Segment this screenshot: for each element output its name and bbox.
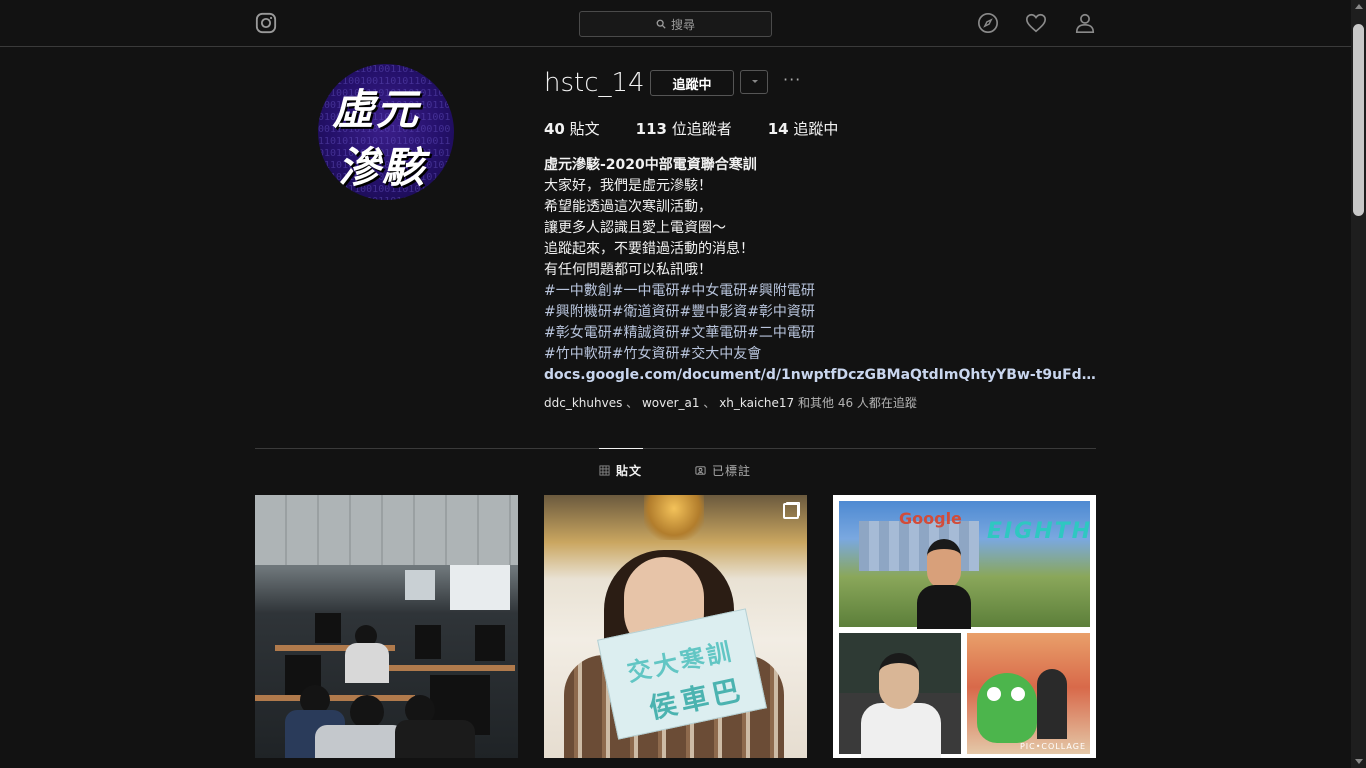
bio-hashtags[interactable]: #一中數創#一中電研#中女電研#興附電研 [544, 281, 1104, 302]
following-count-stat[interactable]: 14 追蹤中 [768, 118, 839, 139]
photo-person-head [927, 539, 961, 589]
photo-person [350, 695, 384, 729]
photo-green-monster [977, 673, 1037, 743]
followers-count: 113 [635, 120, 667, 138]
top-nav: 搜尋 [0, 0, 1351, 47]
photo-person-body [861, 703, 941, 758]
tab-posts-label: 貼文 [616, 464, 643, 478]
multiple-photos-icon [783, 503, 799, 519]
photo-person [917, 539, 971, 629]
photo-lamp [644, 495, 704, 540]
bio-line: 讓更多人認識且愛上電資圈〜 [544, 220, 726, 236]
bio-hashtags[interactable]: #彰女電研#精誠資研#文華電研#二中電研 [544, 323, 1104, 344]
bio-website-link[interactable]: docs.google.com/document/d/1nwptfDczGBMa… [544, 365, 1096, 386]
post-thumbnail-classroom[interactable] [255, 495, 518, 758]
bio-line: 追蹤起來，不要錯過活動的消息！ [544, 241, 754, 257]
followers-count-stat[interactable]: 113 位追蹤者 [636, 118, 732, 139]
search-placeholder: 搜尋 [670, 17, 695, 32]
avatar-text-line2: 滲駭 [338, 143, 427, 192]
search-icon [656, 19, 666, 29]
posts-count-stat: 40 貼文 [544, 118, 600, 139]
active-tab-indicator [599, 448, 643, 449]
photo-desk [255, 695, 415, 701]
following-count: 14 [767, 120, 789, 138]
avatar-text-line1: 虛元 [332, 85, 421, 134]
bio-line: 有任何問題都可以私訊哦！ [544, 262, 712, 278]
scrollbar[interactable] [1351, 0, 1366, 768]
bio-title: 虛元滲駭-2020中部電資聯合寒訓 [544, 157, 757, 173]
instagram-icon[interactable] [255, 12, 277, 34]
photo-monitor [475, 625, 505, 661]
photo-person [345, 643, 389, 683]
suggestions-dropdown-button[interactable] [740, 70, 768, 94]
profile-avatar[interactable]: 0101101101001101011010110110010011010110… [318, 64, 454, 200]
followed-by-user[interactable]: wover_a1 [642, 396, 700, 410]
tab-tagged-label: 已標註 [712, 464, 752, 478]
photo-person-body [917, 585, 971, 629]
profile-bio: 虛元滲駭-2020中部電資聯合寒訓 大家好，我們是虛元滲駭！ 希望能透過這次寒訓… [544, 155, 1104, 386]
photo-ceiling [255, 495, 518, 565]
heart-icon[interactable] [1025, 12, 1047, 34]
collage-photo-monster: PIC•COLLAGE [967, 633, 1090, 754]
tab-posts[interactable]: 貼文 [599, 462, 642, 479]
scroll-down-arrow-icon[interactable] [1355, 759, 1363, 764]
bio-hashtags[interactable]: #竹中軟研#竹女資研#交大中友會 [544, 344, 1104, 365]
posts-count-label: 貼文 [564, 120, 600, 138]
compass-icon[interactable] [977, 12, 999, 34]
collage-photo-google: Google EIGHTH [839, 501, 1093, 629]
following-button[interactable]: 追蹤中 [650, 70, 734, 96]
collage-photo-classroom [839, 633, 961, 758]
post-thumbnail-collage[interactable]: Google EIGHTH PIC•COLLAGE [833, 495, 1096, 758]
posts-count: 40 [544, 120, 565, 138]
user-icon[interactable] [1074, 12, 1096, 34]
photo-person [315, 725, 405, 758]
photo-person-head [879, 653, 919, 709]
grid-icon [599, 465, 610, 476]
more-options-button[interactable]: ··· [783, 70, 801, 89]
bio-line: 大家好，我們是虛元滲駭！ [544, 178, 712, 194]
photo-monitor [315, 613, 341, 643]
tagged-icon [695, 466, 706, 475]
separator: 、 [699, 396, 720, 410]
post-thumbnail-sign[interactable]: 交大寒訓 侯車巴 [544, 495, 807, 758]
tab-tagged[interactable]: 已標註 [695, 462, 751, 479]
photo-whiteboard [450, 565, 510, 610]
profile-username: hstc_14 [544, 68, 645, 98]
scroll-up-arrow-icon[interactable] [1355, 4, 1363, 9]
photo-desk [375, 665, 515, 671]
bio-hashtags[interactable]: #興附機研#衛道資研#豐中影資#彰中資研 [544, 302, 1104, 323]
photo-person [395, 720, 475, 758]
followers-count-label: 位追蹤者 [666, 120, 732, 138]
profile-stats: 40 貼文 113 位追蹤者 14 追蹤中 [544, 118, 874, 139]
followed-by-user[interactable]: ddc_khuhves [544, 396, 622, 410]
tabs-divider [255, 448, 1096, 449]
followed-by-suffix[interactable]: 和其他 46 人都在追蹤 [794, 396, 917, 410]
chevron-down-icon [752, 80, 758, 83]
google-sign-text: Google [899, 509, 962, 528]
search-input[interactable]: 搜尋 [579, 11, 772, 37]
photo-monitor [415, 625, 441, 659]
pic-collage-watermark: PIC•COLLAGE [1019, 742, 1086, 751]
eighth-text: EIGHTH [987, 519, 1093, 544]
following-count-label: 追蹤中 [788, 120, 839, 138]
scrollbar-thumb[interactable] [1353, 24, 1364, 216]
bio-line: 希望能透過這次寒訓活動， [544, 199, 712, 215]
followed-by-user[interactable]: xh_kaiche17 [719, 396, 794, 410]
photo-person [1037, 669, 1067, 739]
followed-by: ddc_khuhves 、 wover_a1 、 xh_kaiche17 和其他… [544, 394, 917, 411]
photo-projector-screen [405, 570, 435, 600]
separator: 、 [622, 396, 642, 410]
